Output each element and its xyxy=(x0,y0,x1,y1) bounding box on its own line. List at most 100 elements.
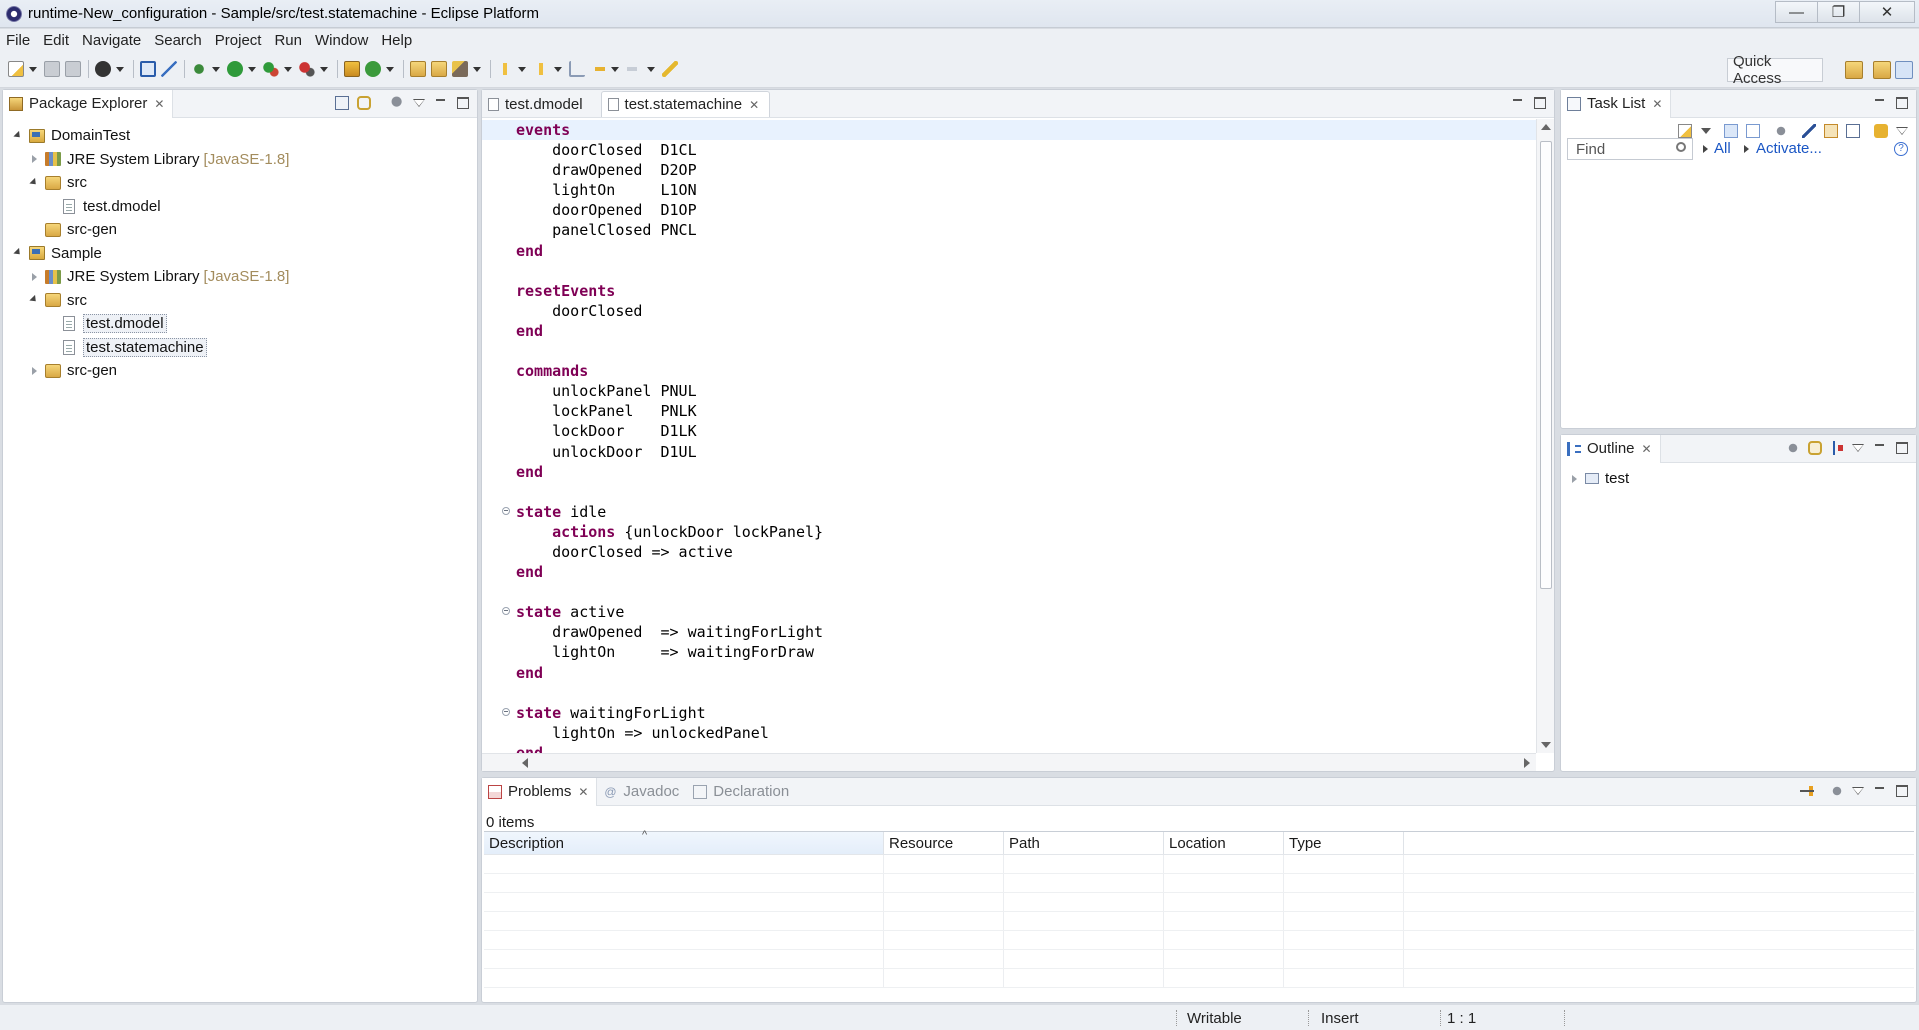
scheduled-view-icon[interactable] xyxy=(1746,124,1760,138)
resource-perspective-icon[interactable] xyxy=(1873,61,1891,79)
collapse-node-icon[interactable] xyxy=(29,177,41,189)
maximize-view-icon[interactable] xyxy=(1896,97,1908,109)
editor-tab-test-statemachine[interactable]: test.statemachine ✕ xyxy=(600,91,771,117)
skip-breakpoints-icon[interactable] xyxy=(161,61,177,77)
maximize-button[interactable]: ❐ xyxy=(1817,1,1859,23)
menu-file[interactable]: File xyxy=(6,32,30,49)
column-path[interactable]: Path xyxy=(1004,832,1164,854)
last-edit-location-icon[interactable] xyxy=(569,61,585,77)
menu-window[interactable]: Window xyxy=(315,32,368,49)
outline-item[interactable]: test xyxy=(1561,467,1916,491)
previous-annotation-icon[interactable] xyxy=(533,61,549,77)
focus-active-task-icon[interactable] xyxy=(391,96,405,110)
next-annotation-icon[interactable] xyxy=(497,61,513,77)
minimize-editor-icon[interactable] xyxy=(1512,96,1524,110)
task-list-menu-icon[interactable] xyxy=(1896,124,1908,138)
tab-outline[interactable]: Outline ✕ xyxy=(1561,434,1661,463)
editor-horizontal-scrollbar[interactable] xyxy=(482,753,1536,771)
close-tab-icon[interactable]: ✕ xyxy=(1652,97,1662,111)
minimize-view-icon[interactable] xyxy=(1874,441,1886,455)
tree-node[interactable]: src-gen xyxy=(3,218,477,242)
close-tab-icon[interactable]: ✕ xyxy=(578,785,588,799)
menu-project[interactable]: Project xyxy=(215,32,262,49)
debug-dropdown-icon[interactable] xyxy=(212,61,220,77)
back-dropdown-icon[interactable] xyxy=(611,61,619,77)
new-java-project-icon[interactable] xyxy=(344,61,360,77)
tree-node[interactable]: Sample xyxy=(3,242,477,266)
external-tools-icon[interactable] xyxy=(299,61,315,77)
new-class-icon[interactable] xyxy=(365,61,381,77)
tree-node[interactable]: DomainTest xyxy=(3,124,477,148)
quick-access-input[interactable]: Quick Access xyxy=(1727,53,1823,87)
problems-menu-icon[interactable] xyxy=(1852,784,1864,798)
scroll-down-icon[interactable] xyxy=(1541,742,1551,748)
maximize-editor-icon[interactable] xyxy=(1534,97,1546,109)
tab-problems[interactable]: Problems ✕ xyxy=(482,777,598,806)
collapse-node-icon[interactable] xyxy=(13,247,25,259)
coverage-dropdown-icon[interactable] xyxy=(284,61,292,77)
tree-node[interactable]: test.dmodel xyxy=(3,312,477,336)
menu-help[interactable]: Help xyxy=(381,32,412,49)
sort-icon[interactable] xyxy=(1830,441,1844,455)
tree-node[interactable]: test.dmodel xyxy=(3,195,477,219)
save-icon[interactable] xyxy=(44,61,60,77)
categorized-view-icon[interactable] xyxy=(1724,124,1738,138)
publish-dropdown-icon[interactable] xyxy=(116,61,124,77)
tree-node[interactable]: test.statemachine xyxy=(3,336,477,360)
tree-node[interactable]: src xyxy=(3,289,477,313)
activate-expand-icon[interactable] xyxy=(1744,145,1749,153)
tab-declaration[interactable]: Declaration xyxy=(687,778,797,806)
view-menu-icon[interactable] xyxy=(413,96,425,110)
activate-task-link[interactable]: Activate... xyxy=(1756,140,1822,157)
minimize-view-icon[interactable] xyxy=(1874,96,1886,110)
synchronize-changed-icon[interactable] xyxy=(1874,124,1888,138)
tree-node[interactable]: JRE System Library [JavaSE-1.8] xyxy=(3,148,477,172)
open-task-icon[interactable] xyxy=(431,61,447,77)
focus-icon[interactable] xyxy=(1830,784,1844,798)
close-tab-icon[interactable]: ✕ xyxy=(154,97,164,111)
coverage-icon[interactable] xyxy=(263,61,279,77)
tab-javadoc[interactable]: @ Javadoc xyxy=(597,778,687,806)
collapse-node-icon[interactable] xyxy=(29,294,41,306)
save-all-icon[interactable] xyxy=(65,61,81,77)
minimize-view-icon[interactable] xyxy=(1874,784,1886,798)
editor-tab-test-dmodel[interactable]: test.dmodel xyxy=(482,91,593,117)
scrollbar-thumb[interactable] xyxy=(1540,141,1552,589)
fold-toggle-icon[interactable] xyxy=(502,707,510,716)
expand-node-icon[interactable] xyxy=(29,153,41,165)
hide-completed-icon[interactable] xyxy=(1802,124,1816,138)
close-tab-icon[interactable]: ✕ xyxy=(1642,442,1652,456)
expand-node-icon[interactable] xyxy=(29,271,41,283)
scroll-right-icon[interactable] xyxy=(1524,758,1530,768)
new-task-dropdown-icon[interactable] xyxy=(1700,124,1712,138)
menu-edit[interactable]: Edit xyxy=(43,32,69,49)
code-editor[interactable]: events doorClosed D1CL drawOpened D2OP l… xyxy=(482,119,1536,753)
column-description[interactable]: Description ^ xyxy=(484,829,884,854)
close-tab-icon[interactable]: ✕ xyxy=(749,98,759,112)
open-type-icon[interactable] xyxy=(410,61,426,77)
fold-toggle-icon[interactable] xyxy=(502,607,510,616)
run-dropdown-icon[interactable] xyxy=(248,61,256,77)
minimize-button[interactable]: — xyxy=(1775,1,1817,23)
column-location[interactable]: Location xyxy=(1164,832,1284,854)
menu-navigate[interactable]: Navigate xyxy=(82,32,141,49)
expand-icon[interactable] xyxy=(1569,473,1581,485)
maximize-view-icon[interactable] xyxy=(1896,442,1908,454)
task-find-input[interactable]: Find xyxy=(1567,138,1693,160)
java-perspective-icon[interactable] xyxy=(1895,61,1913,79)
fold-toggle-icon[interactable] xyxy=(502,506,510,515)
all-tasks-link[interactable]: All xyxy=(1714,140,1731,157)
column-type[interactable]: Type xyxy=(1284,832,1404,854)
debug-icon[interactable] xyxy=(191,61,207,77)
new-task-icon[interactable] xyxy=(1678,124,1692,138)
previous-annotation-dropdown-icon[interactable] xyxy=(554,61,562,77)
all-expand-icon[interactable] xyxy=(1703,145,1708,153)
filter-icon[interactable] xyxy=(1800,784,1814,798)
help-icon[interactable]: ? xyxy=(1894,142,1908,156)
back-arrow-icon[interactable] xyxy=(590,61,606,77)
menu-search[interactable]: Search xyxy=(154,32,202,49)
open-perspective-icon[interactable] xyxy=(1845,61,1863,79)
code-text[interactable]: events doorClosed D1CL drawOpened D2OP l… xyxy=(516,120,823,753)
tree-node[interactable]: src xyxy=(3,171,477,195)
forward-dropdown-icon[interactable] xyxy=(647,61,655,77)
